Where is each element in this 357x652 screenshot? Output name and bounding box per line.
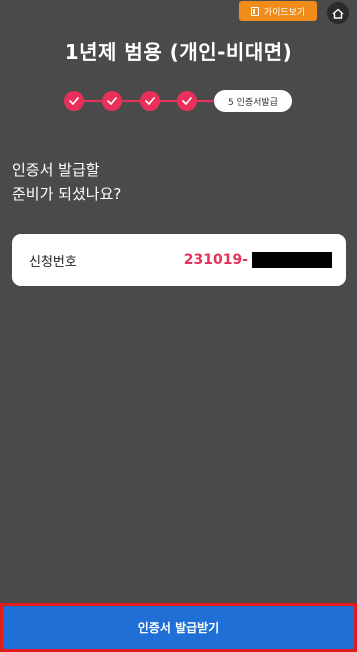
application-number-card: 신청번호 231019-	[12, 234, 346, 286]
issue-certificate-button[interactable]: 인증서 발급받기	[3, 606, 354, 649]
progress-steps: 5 인증서발급	[64, 90, 294, 112]
application-number-value: 231019-	[183, 252, 248, 268]
issue-button-highlight: 인증서 발급받기	[0, 603, 357, 652]
check-icon	[182, 97, 192, 105]
check-icon	[145, 97, 155, 105]
check-icon	[69, 97, 79, 105]
application-number-label: 신청번호	[29, 254, 77, 270]
home-icon	[332, 8, 344, 19]
check-icon	[107, 97, 117, 105]
step-2-complete	[102, 91, 122, 111]
guide-button[interactable]: 가이드보기	[239, 1, 317, 21]
book-icon	[250, 6, 259, 16]
home-button[interactable]	[327, 2, 349, 24]
question-line-2: 준비가 되셨나요?	[12, 185, 122, 203]
guide-button-label: 가이드보기	[263, 7, 306, 18]
step-5-current: 5 인증서발급	[214, 90, 292, 112]
certificate-issue-screen: 가이드보기 1년제 범용 (개인-비대면) 5 인증서발급 인증서 발급할 준비…	[0, 0, 357, 652]
issue-question: 인증서 발급할 준비가 되셨나요?	[12, 158, 121, 206]
step-1-complete	[64, 91, 84, 111]
step-4-complete	[177, 91, 197, 111]
question-line-1: 인증서 발급할	[12, 161, 100, 179]
step-3-complete	[140, 91, 160, 111]
redaction-block	[252, 252, 332, 268]
page-title: 1년제 범용 (개인-비대면)	[64, 40, 293, 64]
